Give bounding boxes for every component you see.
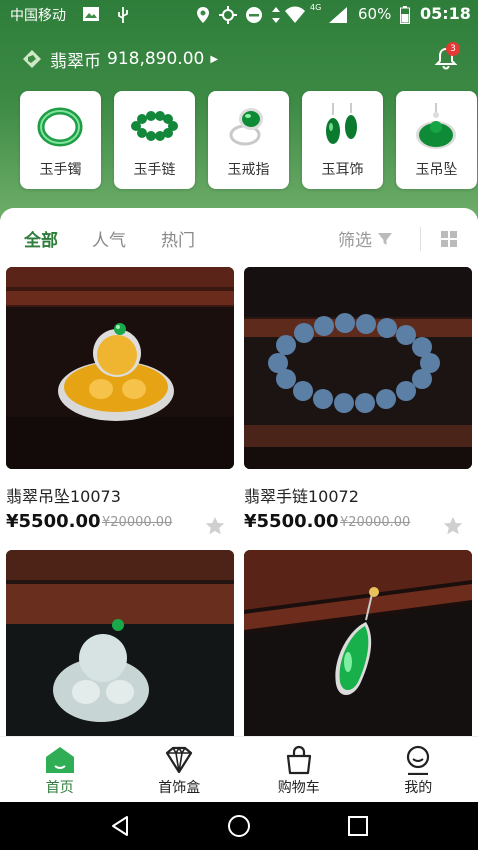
bead-bracelet-icon xyxy=(131,111,178,141)
product-name: 翡翠手链10072 xyxy=(244,487,359,506)
category-label: 玉戒指 xyxy=(227,162,270,178)
tab-hot[interactable]: 热门 xyxy=(161,226,195,251)
tab-popular[interactable]: 人气 xyxy=(92,226,126,251)
usb-icon xyxy=(118,7,128,23)
product-image xyxy=(244,267,472,469)
nav-label: 我的 xyxy=(404,780,433,796)
profile-icon xyxy=(407,745,430,775)
filter-label: 筛选 xyxy=(338,231,372,251)
header: 中国移动 4G 60% 05:18 翡翠币 918,890.00 ▶ 3 玉手镯… xyxy=(0,0,478,220)
battery-percent: 60% xyxy=(358,5,392,23)
signal-icon xyxy=(329,7,347,23)
coin-label: 翡翠币 xyxy=(50,51,101,72)
nav-home[interactable]: 首页 xyxy=(0,737,120,802)
battery-icon xyxy=(400,6,410,24)
product-image xyxy=(6,267,234,469)
coin-balance[interactable]: 翡翠币 918,890.00 ▶ xyxy=(22,46,218,72)
product-original-price: ¥20000.00 xyxy=(102,515,173,530)
tab-all[interactable]: 全部 xyxy=(24,226,58,251)
category-ring[interactable]: 玉戒指 xyxy=(208,91,289,189)
coin-value: 918,890.00 xyxy=(107,49,205,69)
category-earring[interactable]: 玉耳饰 xyxy=(302,91,383,189)
location-icon xyxy=(197,7,209,23)
category-label: 玉手镯 xyxy=(39,162,82,178)
image-notification-icon xyxy=(83,7,99,21)
nav-label: 首页 xyxy=(45,780,74,796)
do-not-disturb-icon xyxy=(246,7,262,23)
gps-icon xyxy=(219,6,237,24)
funnel-icon xyxy=(378,232,392,245)
category-label: 玉耳饰 xyxy=(321,162,364,178)
ring-icon xyxy=(229,108,263,146)
jewelry-box-icon xyxy=(166,746,193,774)
product-price: ¥5500.00 xyxy=(244,511,339,532)
home-icon xyxy=(45,747,74,773)
green-jade-pendant-photo xyxy=(244,550,472,736)
clock: 05:18 xyxy=(420,4,471,23)
nav-label: 购物车 xyxy=(277,780,320,796)
product-price: ¥5500.00 xyxy=(6,511,101,532)
favorite-star-icon[interactable] xyxy=(204,515,226,537)
nav-label: 首饰盒 xyxy=(158,780,201,796)
pendant-icon xyxy=(416,103,456,149)
home-circle-icon[interactable] xyxy=(227,814,251,838)
nav-jewelry-box[interactable]: 首饰盒 xyxy=(120,737,240,802)
product-section: 全部 人气 热门 筛选 翡翠吊坠10073 ¥5500.00 ¥20000.00… xyxy=(0,208,478,736)
grid-view-icon[interactable] xyxy=(441,231,457,247)
category-pendant[interactable]: 玉吊坠 xyxy=(396,91,477,189)
divider xyxy=(420,227,421,251)
recents-icon[interactable] xyxy=(346,814,370,838)
wifi-icon xyxy=(285,6,305,23)
data-arrows-icon xyxy=(272,7,280,23)
blue-jade-bracelet-photo xyxy=(244,267,472,469)
filter-button[interactable]: 筛选 xyxy=(338,226,392,251)
category-label: 玉手链 xyxy=(133,162,176,178)
caret-right-icon: ▶ xyxy=(210,53,219,65)
system-navigation-bar xyxy=(0,802,478,850)
category-label: 玉吊坠 xyxy=(415,162,458,178)
back-icon[interactable] xyxy=(108,814,132,838)
filter-bar: 全部 人气 热门 筛选 xyxy=(0,222,478,252)
jade-coin-icon xyxy=(23,50,41,68)
product-image xyxy=(244,550,472,736)
product-name: 翡翠吊坠10073 xyxy=(6,487,121,506)
network-type: 4G xyxy=(310,3,322,12)
product-original-price: ¥20000.00 xyxy=(340,515,411,530)
bangle-icon xyxy=(37,107,83,147)
category-bangle[interactable]: 玉手镯 xyxy=(20,91,101,189)
status-bar: 中国移动 4G 60% 05:18 xyxy=(0,0,478,30)
product-image xyxy=(6,550,234,736)
category-bead-bracelet[interactable]: 玉手链 xyxy=(114,91,195,189)
carrier-name: 中国移动 xyxy=(10,8,66,24)
notification-badge: 3 xyxy=(446,42,460,56)
favorite-star-icon[interactable] xyxy=(442,515,464,537)
category-row: 玉手镯 玉手链 玉戒指 玉耳饰 玉吊坠 xyxy=(20,91,478,189)
earring-icon xyxy=(326,103,357,144)
shopping-bag-icon xyxy=(286,745,311,775)
bottom-navigation: 首页 首饰盒 购物车 我的 xyxy=(0,736,478,802)
nav-profile[interactable]: 我的 xyxy=(359,737,478,802)
app-screen: 中国移动 4G 60% 05:18 翡翠币 918,890.00 ▶ 3 玉手镯… xyxy=(0,0,478,850)
ice-jade-pendant-photo xyxy=(6,550,234,736)
nav-cart[interactable]: 购物车 xyxy=(239,737,359,802)
yellow-jade-pendant-photo xyxy=(6,267,234,469)
